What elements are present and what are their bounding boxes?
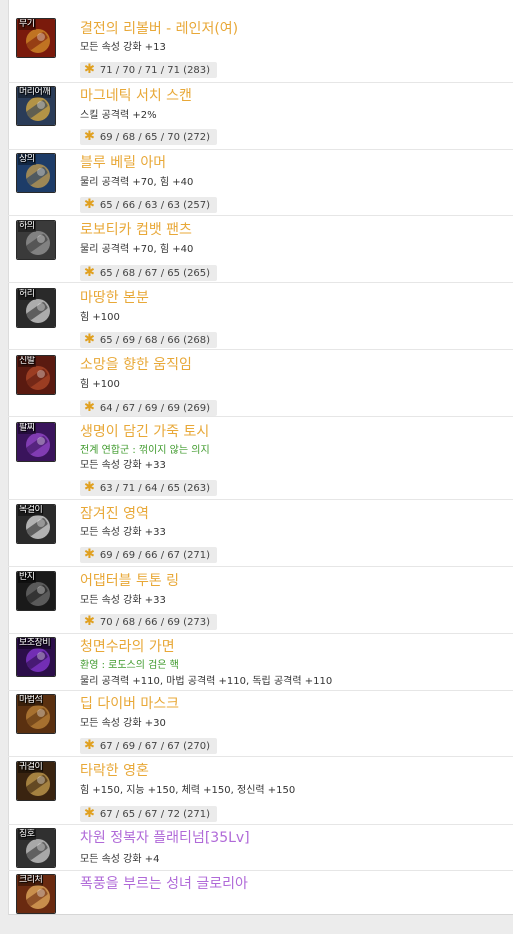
- item-name[interactable]: 폭풍을 부르는 성녀 글로리아: [80, 875, 248, 893]
- item-option-text: 힘 +100: [80, 379, 120, 390]
- item-icon-slot[interactable]: 반지: [16, 571, 56, 611]
- item-option-text: 스킬 공격력 +2%: [80, 110, 157, 121]
- item-icon-slot[interactable]: 목걸이: [16, 504, 56, 544]
- item-icon-slot[interactable]: 크리처: [16, 874, 56, 914]
- item-name[interactable]: 타락한 영혼: [80, 762, 149, 780]
- fusion-stat-badge: ✱ 63 / 71 / 64 / 65 (263): [80, 480, 218, 496]
- item-name[interactable]: 로보티카 컴뱃 팬츠: [80, 221, 192, 239]
- item-option-text: 모든 속성 강화 +4: [80, 854, 160, 865]
- fusion-stat-values: 65 / 68 / 67 / 65 (265): [99, 268, 211, 279]
- star-icon: ✱: [84, 480, 95, 495]
- star-icon: ✱: [84, 738, 95, 753]
- item-option-text: 힘 +150, 지능 +150, 체력 +150, 정신력 +150: [80, 785, 296, 796]
- star-icon: ✱: [84, 332, 95, 347]
- fusion-stat-values: 63 / 71 / 64 / 65 (263): [99, 483, 211, 494]
- item-icon-slot[interactable]: 허리: [16, 288, 56, 328]
- fusion-stat-values: 64 / 67 / 69 / 69 (269): [99, 403, 211, 414]
- item-option-text: 모든 속성 강화 +13: [80, 42, 166, 53]
- item-icon-slot[interactable]: 보조장비: [16, 637, 56, 677]
- star-icon: ✱: [84, 614, 95, 629]
- item-option-text: 물리 공격력 +70, 힘 +40: [80, 244, 194, 255]
- star-icon: ✱: [84, 547, 95, 562]
- set-option-text: 환영 : 로도스의 검은 핵: [80, 660, 179, 671]
- slot-label: 반지: [18, 572, 36, 583]
- star-icon: ✱: [84, 806, 95, 821]
- fusion-stat-values: 71 / 70 / 71 / 71 (283): [99, 65, 211, 76]
- slot-label: 상의: [18, 154, 36, 165]
- item-option-text: 물리 공격력 +70, 힘 +40: [80, 177, 194, 188]
- fusion-stat-badge: ✱ 69 / 68 / 65 / 70 (272): [80, 129, 218, 145]
- item-icon-slot[interactable]: 무기: [16, 18, 56, 58]
- slot-label: 신발: [18, 356, 36, 367]
- fusion-stat-values: 65 / 66 / 63 / 63 (257): [99, 200, 211, 211]
- item-name[interactable]: 마그네틱 서치 스캔: [80, 87, 192, 105]
- fusion-stat-badge: ✱ 64 / 67 / 69 / 69 (269): [80, 400, 218, 416]
- item-name[interactable]: 어댑터블 투톤 링: [80, 572, 179, 590]
- item-option-text: 물리 공격력 +110, 마법 공격력 +110, 독립 공격력 +110: [80, 676, 333, 687]
- item-icon-slot[interactable]: 하의: [16, 220, 56, 260]
- slot-label: 보조장비: [18, 638, 52, 649]
- item-name[interactable]: 결전의 리볼버 - 레인저(여): [80, 20, 238, 38]
- slot-label: 크리처: [18, 875, 44, 886]
- item-icon-slot[interactable]: 상의: [16, 153, 56, 193]
- star-icon: ✱: [84, 129, 95, 144]
- fusion-stat-badge: ✱ 71 / 70 / 71 / 71 (283): [80, 62, 218, 78]
- fusion-stat-badge: ✱ 69 / 69 / 66 / 67 (271): [80, 547, 218, 563]
- item-option-text: 모든 속성 강화 +33: [80, 527, 166, 538]
- star-icon: ✱: [84, 62, 95, 77]
- item-option-text: 모든 속성 강화 +33: [80, 460, 166, 471]
- fusion-stat-values: 70 / 68 / 66 / 69 (273): [99, 617, 211, 628]
- item-name[interactable]: 차원 정복자 플래티넘[35Lv]: [80, 829, 250, 847]
- slot-label: 하의: [18, 221, 36, 232]
- item-name[interactable]: 딥 다이버 마스크: [80, 695, 179, 713]
- item-icon-slot[interactable]: 신발: [16, 355, 56, 395]
- star-icon: ✱: [84, 400, 95, 415]
- item-name[interactable]: 마땅한 본분: [80, 289, 149, 307]
- item-name[interactable]: 생명이 담긴 가죽 토시: [80, 423, 209, 441]
- slot-label: 귀걸이: [18, 762, 44, 773]
- item-name[interactable]: 청면수라의 가면: [80, 638, 175, 656]
- set-option-text: 전계 연합군 : 꺾이지 않는 의지: [80, 445, 210, 456]
- item-icon-slot[interactable]: 귀걸이: [16, 761, 56, 801]
- fusion-stat-values: 69 / 68 / 65 / 70 (272): [99, 132, 211, 143]
- fusion-stat-badge: ✱ 65 / 69 / 68 / 66 (268): [80, 332, 218, 348]
- slot-label: 팔찌: [18, 423, 36, 434]
- fusion-stat-values: 65 / 69 / 68 / 66 (268): [99, 335, 211, 346]
- slot-label: 무기: [18, 19, 36, 30]
- fusion-stat-values: 67 / 65 / 67 / 72 (271): [99, 809, 211, 820]
- fusion-stat-values: 69 / 69 / 66 / 67 (271): [99, 550, 211, 561]
- fusion-stat-values: 67 / 69 / 67 / 67 (270): [99, 741, 211, 752]
- fusion-stat-badge: ✱ 70 / 68 / 66 / 69 (273): [80, 614, 218, 630]
- slot-label: 머리어깨: [18, 87, 52, 98]
- item-option-text: 모든 속성 강화 +30: [80, 718, 166, 729]
- fusion-stat-badge: ✱ 65 / 66 / 63 / 63 (257): [80, 197, 218, 213]
- item-icon-slot[interactable]: 칭호: [16, 828, 56, 868]
- star-icon: ✱: [84, 265, 95, 280]
- slot-label: 허리: [18, 289, 36, 300]
- item-icon-slot[interactable]: 마법석: [16, 694, 56, 734]
- item-name[interactable]: 잠겨진 영역: [80, 505, 149, 523]
- slot-label: 칭호: [18, 829, 36, 840]
- fusion-stat-badge: ✱ 65 / 68 / 67 / 65 (265): [80, 265, 218, 281]
- item-name[interactable]: 소망을 향한 움직임: [80, 356, 192, 374]
- fusion-stat-badge: ✱ 67 / 65 / 67 / 72 (271): [80, 806, 218, 822]
- item-icon-slot[interactable]: 머리어깨: [16, 86, 56, 126]
- fusion-stat-badge: ✱ 67 / 69 / 67 / 67 (270): [80, 738, 218, 754]
- slot-label: 마법석: [18, 695, 44, 706]
- slot-label: 목걸이: [18, 505, 44, 516]
- star-icon: ✱: [84, 197, 95, 212]
- item-option-text: 모든 속성 강화 +33: [80, 595, 166, 606]
- item-option-text: 힘 +100: [80, 312, 120, 323]
- item-name[interactable]: 블루 베릴 아머: [80, 154, 166, 172]
- item-icon-slot[interactable]: 팔찌: [16, 422, 56, 462]
